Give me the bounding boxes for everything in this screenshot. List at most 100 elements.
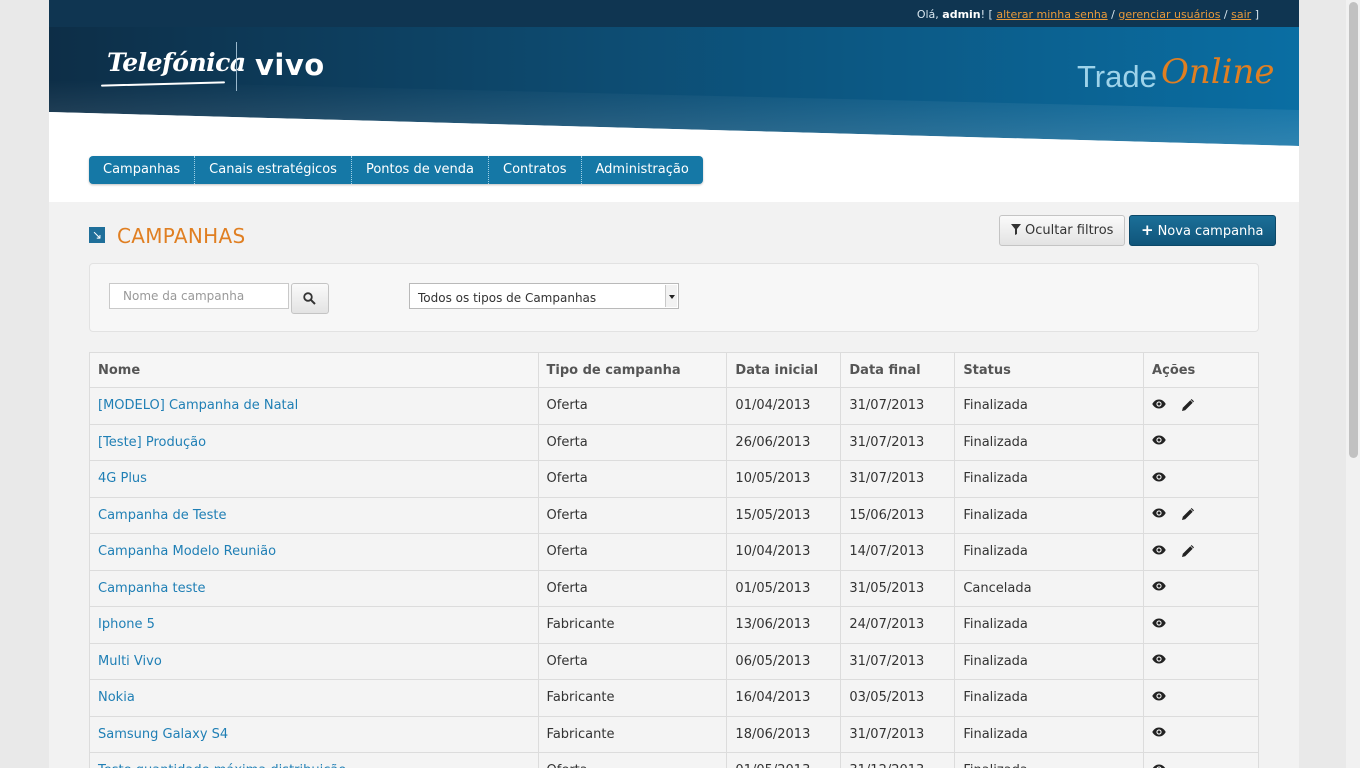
status-cell: Finalizada [963,617,1028,633]
main-nav: Campanhas Canais estratégicos Pontos de … [89,156,703,184]
view-icon[interactable] [1152,654,1168,668]
status-cell: Finalizada [963,471,1028,487]
campaign-type-cell: Oferta [546,544,588,560]
campaign-name-link[interactable]: Campanha teste [98,581,205,596]
start-date-cell: 01/04/2013 [735,398,811,414]
greeting-text: Olá, [916,8,943,21]
nav-item-pontos-de-venda[interactable]: Pontos de venda [352,156,489,184]
start-date-cell: 10/04/2013 [726,533,842,571]
table-row: 4G Plus Oferta 10/05/2013 31/07/2013 Finaliz… [89,460,1259,498]
manage-users-link[interactable]: gerenciar usuários [1118,8,1220,21]
campaign-name-link[interactable]: Teste quantidade máxima distribuição [98,763,346,768]
column-header-nome[interactable]: Nome [89,352,539,388]
end-date-cell: 31/07/2013 [849,653,925,669]
campaign-name-link[interactable]: Samsung Galaxy S4 [98,727,228,742]
view-icon[interactable] [1152,581,1168,595]
actions-cell [1143,715,1259,753]
table-row: Iphone 5 Fabricante 13/06/2013 24/07/2013 Fi… [89,606,1259,644]
start-date-cell: 10/05/2013 [726,460,842,498]
end-date-cell: 24/07/2013 [849,617,925,633]
campaign-type-cell: Oferta [537,569,728,607]
start-date-cell: 26/06/2013 [735,434,811,450]
bracket-close: ] [1251,8,1259,21]
page-scrollbar-thumb[interactable] [1349,2,1358,458]
table-row: Nokia Fabricante 16/04/2013 03/05/2013 Final… [89,679,1259,717]
end-date-cell: 31/07/2013 [849,434,925,450]
new-campaign-button[interactable]: + Nova campanha [1129,215,1276,246]
end-date-cell: 14/07/2013 [840,533,956,571]
campaign-type-cell: Oferta [546,398,588,414]
campaign-type-select[interactable]: Todos os tipos de Campanhas [409,283,679,309]
separator: / [1220,8,1232,21]
end-date-cell: 03/05/2013 [849,690,925,706]
view-icon[interactable] [1152,727,1168,741]
filter-icon [1011,224,1021,235]
new-campaign-label: Nova campanha [1157,224,1264,239]
start-date-cell: 26/06/2013 [726,423,842,461]
view-icon[interactable] [1152,764,1168,768]
start-date-cell: 18/06/2013 [726,715,842,753]
table-body: [MODELO] Campanha de Natal Oferta 01/04/20… [89,387,1259,768]
view-icon[interactable] [1152,545,1168,559]
campaign-name-cell: Campanha teste [89,569,539,607]
nav-item-canais-estrategicos[interactable]: Canais estratégicos [195,156,352,184]
vivo-logo: vivo [255,48,325,82]
status-cell: Finalizada [954,387,1145,425]
start-date-cell: 01/05/2013 [735,580,811,596]
status-cell: Finalizada [963,544,1028,560]
status-cell: Finalizada [963,653,1028,669]
change-password-link[interactable]: alterar minha senha [996,8,1107,21]
table-row: [MODELO] Campanha de Natal Oferta 01/04/20… [89,387,1259,425]
end-date-cell: 31/07/2013 [840,715,956,753]
search-icon [303,292,316,305]
column-header-status[interactable]: Status [954,352,1145,388]
nav-item-administracao[interactable]: Administração [582,156,703,184]
actions-cell [1143,642,1259,680]
edit-icon[interactable] [1181,544,1197,559]
status-cell: Cancelada [954,569,1145,607]
view-icon[interactable] [1152,435,1168,449]
campaign-name-link[interactable]: Campanha Modelo Reunião [98,544,276,559]
status-cell: Finalizada [954,679,1145,717]
campaign-name-link[interactable]: Iphone 5 [98,617,155,632]
plus-icon: + [1141,221,1154,239]
campaign-type-cell: Fabricante [537,715,728,753]
campaign-name-link[interactable]: 4G Plus [98,471,147,486]
campaign-type-cell: Fabricante [537,679,728,717]
campaign-type-cell: Oferta [537,642,728,680]
campaign-type-cell: Oferta [537,423,728,461]
campaign-name-link[interactable]: Campanha de Teste [98,508,226,523]
campaign-type-cell: Fabricante [537,606,728,644]
campaign-name-link[interactable]: [MODELO] Campanha de Natal [98,398,298,413]
column-header-data-final[interactable]: Data final [840,352,956,388]
status-cell: Finalizada [963,763,1028,768]
column-header-data-inicial[interactable]: Data inicial [726,352,842,388]
hide-filters-button[interactable]: Ocultar filtros [999,215,1126,246]
status-cell: Finalizada [954,423,1145,461]
edit-icon[interactable] [1181,398,1197,413]
logout-link[interactable]: sair [1231,8,1251,21]
table-row: Multi Vivo Oferta 06/05/2013 31/07/2013 Fina… [89,642,1259,680]
end-date-cell: 24/07/2013 [840,606,956,644]
nav-item-campanhas[interactable]: Campanhas [89,156,196,184]
view-icon[interactable] [1152,399,1168,413]
view-icon[interactable] [1152,508,1168,522]
campaign-name-search-input[interactable] [109,283,289,309]
start-date-cell: 06/05/2013 [735,653,811,669]
nav-item-contratos[interactable]: Contratos [489,156,582,184]
table-row: Campanha teste Oferta 01/05/2013 31/05/2013… [89,569,1259,607]
view-icon[interactable] [1152,618,1168,632]
campaign-name-link[interactable]: [Teste] Produção [98,435,206,450]
column-header-tipo[interactable]: Tipo de campanha [537,352,728,388]
view-icon[interactable] [1152,472,1168,486]
view-icon[interactable] [1152,691,1168,705]
edit-icon[interactable] [1181,508,1197,522]
actions-cell [1143,496,1259,534]
trade-online-logo-trade: Trade [1077,59,1157,94]
status-cell: Finalizada [963,434,1028,450]
search-button[interactable] [291,283,329,314]
campaign-name-link[interactable]: Nokia [98,690,135,705]
separator: / [1107,8,1119,21]
end-date-cell: 31/07/2013 [840,460,956,498]
campaign-name-link[interactable]: Multi Vivo [98,654,162,669]
